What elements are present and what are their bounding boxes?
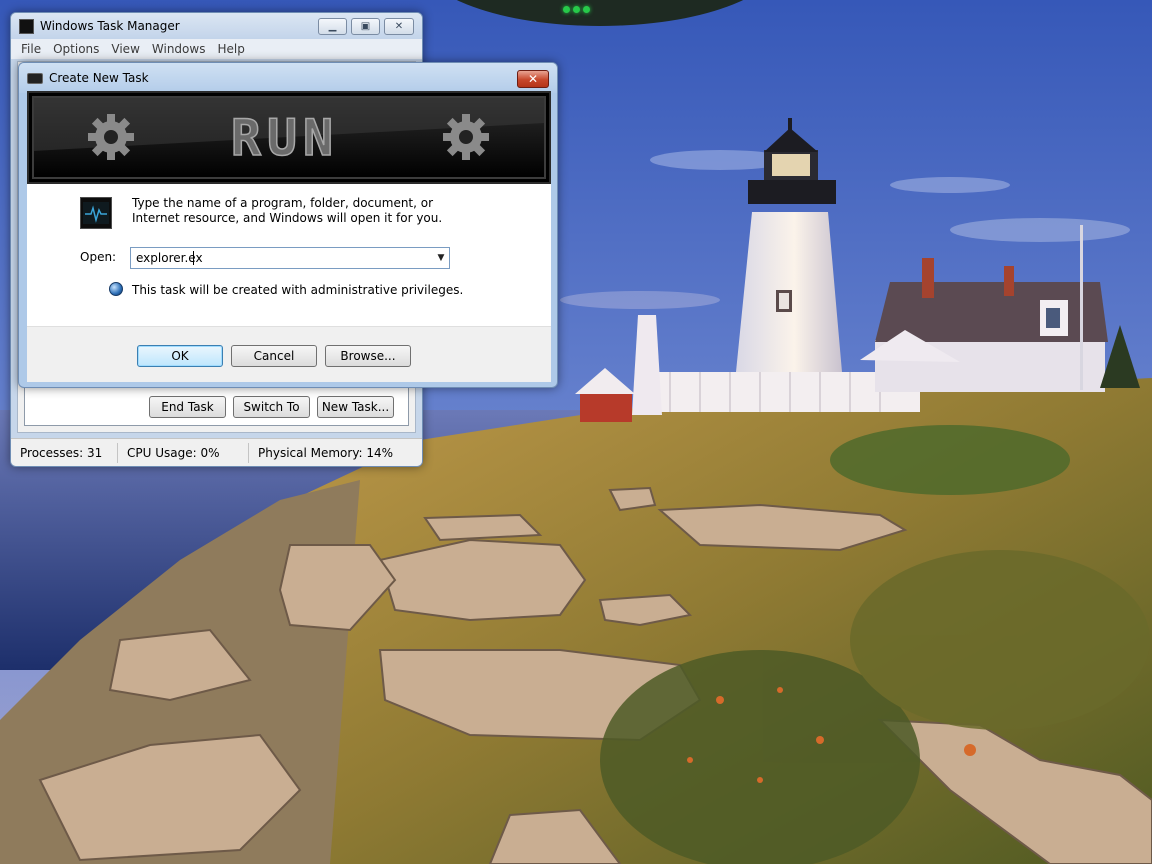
gear-icon <box>88 114 134 160</box>
dock-dot-icon <box>562 6 570 13</box>
task-manager-title: Windows Task Manager <box>40 19 180 33</box>
close-icon: ✕ <box>527 72 539 86</box>
run-banner-graphic: RUN <box>32 96 546 179</box>
dock-dot-icon <box>582 6 590 13</box>
minimize-button[interactable]: ▁ <box>318 18 347 35</box>
status-physical-memory: Physical Memory: 14% <box>258 445 394 460</box>
close-button[interactable]: ✕ <box>517 70 549 88</box>
open-label: Open: <box>80 250 117 264</box>
run-footer: OK Cancel Browse... <box>27 326 551 382</box>
run-app-icon <box>27 72 43 84</box>
task-manager-titlebar[interactable]: Windows Task Manager ▁ ▣ ✕ <box>11 13 422 39</box>
gear-icon <box>443 114 489 160</box>
task-manager-menubar: File Options View Windows Help <box>11 39 422 59</box>
run-banner-text: RUN <box>231 109 339 167</box>
run-banner: RUN <box>27 91 551 184</box>
menu-windows[interactable]: Windows <box>146 42 212 56</box>
maximize-button[interactable]: ▣ <box>351 18 380 35</box>
menu-options[interactable]: Options <box>47 42 105 56</box>
create-new-task-titlebar[interactable]: Create New Task ✕ <box>19 63 557 93</box>
task-manager-app-icon <box>19 18 34 34</box>
run-content: Type the name of a program, folder, docu… <box>27 184 551 326</box>
maximize-icon: ▣ <box>360 21 371 32</box>
ok-button[interactable]: OK <box>137 345 223 367</box>
cancel-button[interactable]: Cancel <box>231 345 317 367</box>
chevron-down-icon[interactable]: ▼ <box>433 248 449 268</box>
open-combobox[interactable]: explorer.ex ▼ <box>130 247 450 269</box>
close-button[interactable]: ✕ <box>384 18 414 35</box>
create-new-task-title: Create New Task <box>49 71 149 85</box>
close-icon: ✕ <box>394 21 404 32</box>
admin-privileges-note: This task will be created with administr… <box>132 283 464 297</box>
task-manager-statusbar: Processes: 31 CPU Usage: 0% Physical Mem… <box>11 438 422 466</box>
shield-icon <box>109 282 123 296</box>
menu-view[interactable]: View <box>105 42 145 56</box>
new-task-button[interactable]: New Task... <box>317 396 394 418</box>
browse-button[interactable]: Browse... <box>325 345 411 367</box>
minimize-icon: ▁ <box>328 21 337 32</box>
end-task-button[interactable]: End Task <box>149 396 226 418</box>
menu-file[interactable]: File <box>15 42 47 56</box>
create-new-task-dialog: Create New Task ✕ RUN Type the name of a… <box>18 62 558 388</box>
dock-dot-icon <box>572 6 580 13</box>
task-manager-buttons: End Task Switch To New Task... <box>149 396 394 418</box>
run-description: Type the name of a program, folder, docu… <box>132 196 443 225</box>
menu-help[interactable]: Help <box>211 42 250 56</box>
switch-to-button[interactable]: Switch To <box>233 396 310 418</box>
program-icon <box>80 197 112 229</box>
dock-indicator[interactable] <box>560 6 592 18</box>
status-processes: Processes: 31 <box>11 442 118 463</box>
text-caret <box>193 251 194 265</box>
status-cpu-usage: CPU Usage: 0% <box>118 442 249 463</box>
